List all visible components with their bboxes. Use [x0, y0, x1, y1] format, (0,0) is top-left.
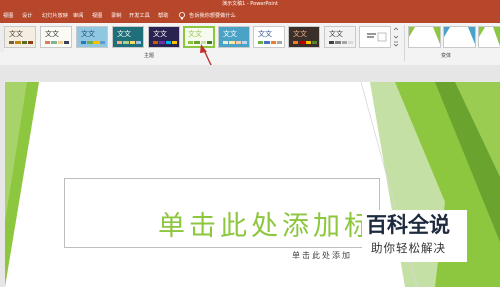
watermark-title: 百科全说: [366, 213, 450, 237]
slide-subtitle-placeholder[interactable]: 单击此处添加: [292, 250, 352, 261]
slide-title-placeholder[interactable]: 单击此处添加标: [158, 212, 375, 242]
watermark-subtitle: 助你轻松解决: [371, 241, 446, 255]
